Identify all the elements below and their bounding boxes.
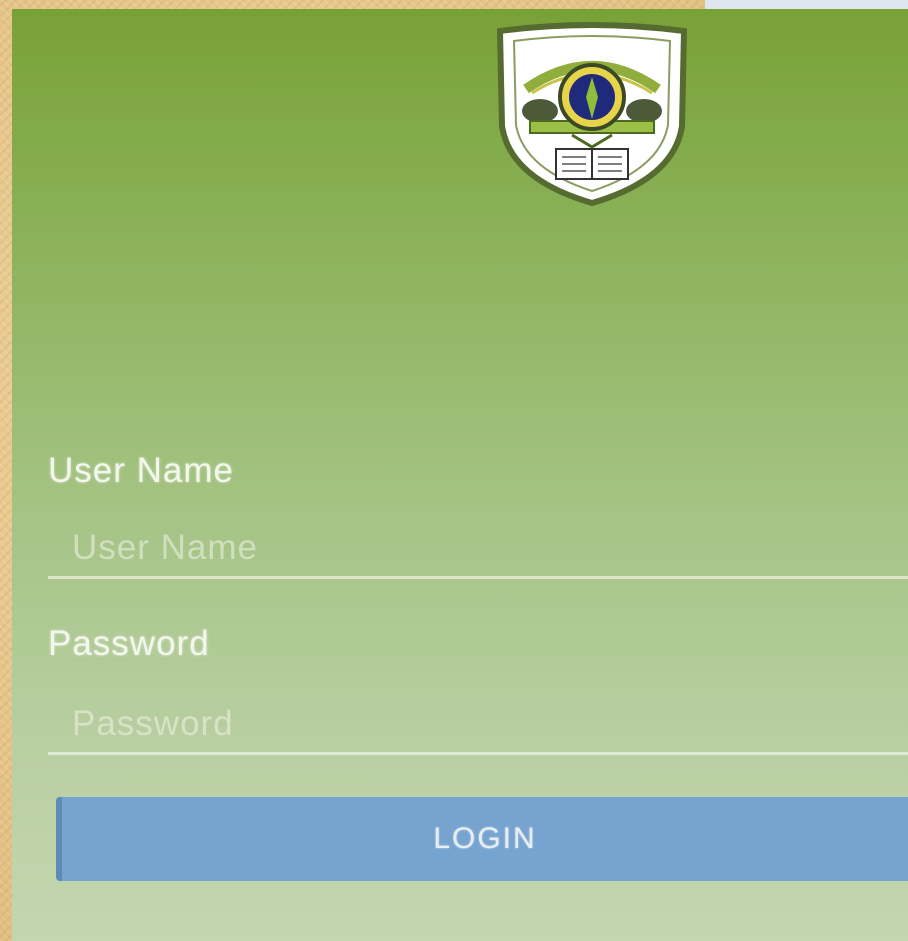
password-input[interactable] [48,695,908,755]
crest-right-ornament [626,99,662,123]
crest-left-ornament [522,99,558,123]
login-button[interactable]: LOGIN [56,797,908,881]
login-screen: User Name Password LOGIN [12,9,908,941]
password-label: Password [48,624,210,663]
top-edge-strip [705,0,908,9]
username-label: User Name [48,451,234,490]
username-input[interactable] [48,519,908,579]
school-crest-logo [496,22,688,207]
